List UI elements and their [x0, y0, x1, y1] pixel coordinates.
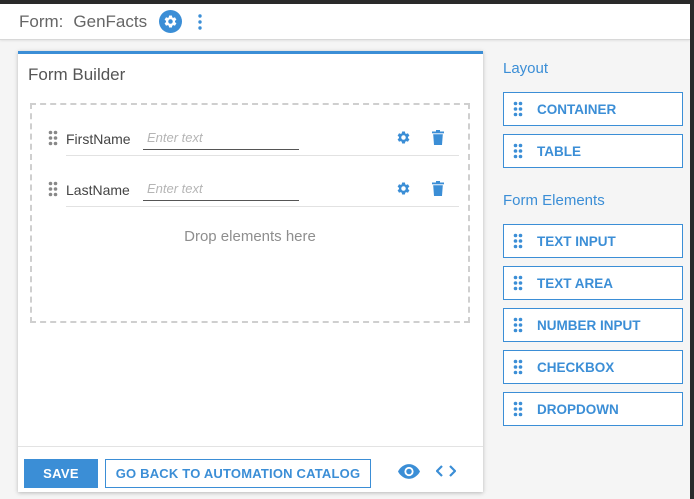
more-menu-button[interactable]	[198, 13, 202, 30]
form-builder-panel: Form Builder FirstName Enter text LastNa…	[18, 51, 483, 492]
trash-icon	[432, 130, 444, 145]
code-icon	[435, 465, 457, 477]
field-delete-button[interactable]	[432, 181, 444, 201]
palette-item-text-input[interactable]: TEXT INPUT	[503, 224, 683, 258]
form-name: GenFacts	[73, 11, 148, 31]
drag-handle-icon	[513, 101, 523, 117]
drag-handle-icon	[513, 233, 523, 249]
kebab-menu-icon	[198, 13, 202, 30]
layout-heading: Layout	[503, 60, 549, 77]
drag-handle-icon	[513, 401, 523, 417]
palette-item-label: TEXT AREA	[537, 275, 614, 291]
lastname-input[interactable]	[143, 177, 299, 201]
palette-item-text-area[interactable]: TEXT AREA	[503, 266, 683, 300]
builder-footer: SAVE GO BACK TO AUTOMATION CATALOG	[18, 446, 483, 492]
preview-button[interactable]	[398, 464, 420, 484]
gear-icon	[164, 15, 177, 28]
form-field-row-firstname[interactable]: FirstName	[32, 105, 468, 156]
form-label: Form:	[19, 11, 64, 31]
palette-item-label: NUMBER INPUT	[537, 317, 641, 333]
app-header: Form: GenFacts	[0, 4, 690, 40]
palette-item-label: DROPDOWN	[537, 401, 619, 417]
eye-icon	[398, 464, 420, 479]
save-button[interactable]: SAVE	[24, 459, 98, 488]
form-builder-title: Form Builder	[28, 65, 126, 84]
palette-item-container[interactable]: CONTAINER	[503, 92, 683, 126]
drop-hint: Drop elements here	[184, 228, 316, 245]
field-label: LastName	[66, 182, 130, 198]
palette-item-checkbox[interactable]: CHECKBOX	[503, 350, 683, 384]
window-right-edge	[690, 0, 694, 499]
palette-item-table[interactable]: TABLE	[503, 134, 683, 168]
drag-handle-icon	[513, 359, 523, 375]
form-field-row-lastname[interactable]: LastName	[32, 156, 468, 207]
back-to-catalog-button[interactable]: GO BACK TO AUTOMATION CATALOG	[105, 459, 371, 488]
field-divider	[66, 206, 459, 207]
gear-icon	[397, 182, 410, 195]
drag-handle-icon	[513, 143, 523, 159]
palette-item-label: TEXT INPUT	[537, 233, 616, 249]
drag-handle-icon[interactable]	[48, 181, 58, 202]
gear-icon	[397, 131, 410, 144]
drag-handle-icon	[513, 317, 523, 333]
drag-handle-icon	[513, 275, 523, 291]
palette-item-dropdown[interactable]: DROPDOWN	[503, 392, 683, 426]
firstname-input[interactable]	[143, 126, 299, 150]
field-delete-button[interactable]	[432, 130, 444, 150]
form-settings-button[interactable]	[159, 10, 183, 33]
form-elements-heading: Form Elements	[503, 192, 605, 209]
field-settings-button[interactable]	[396, 181, 411, 201]
field-settings-button[interactable]	[396, 130, 411, 150]
drop-zone[interactable]: FirstName Enter text LastName Enter text…	[30, 103, 470, 323]
palette-item-label: CONTAINER	[537, 101, 617, 117]
palette-item-label: CHECKBOX	[537, 359, 615, 375]
field-label: FirstName	[66, 131, 131, 147]
palette-item-number-input[interactable]: NUMBER INPUT	[503, 308, 683, 342]
view-code-button[interactable]	[435, 464, 457, 483]
drag-handle-icon[interactable]	[48, 130, 58, 151]
trash-icon	[432, 181, 444, 196]
palette-item-label: TABLE	[537, 143, 581, 159]
